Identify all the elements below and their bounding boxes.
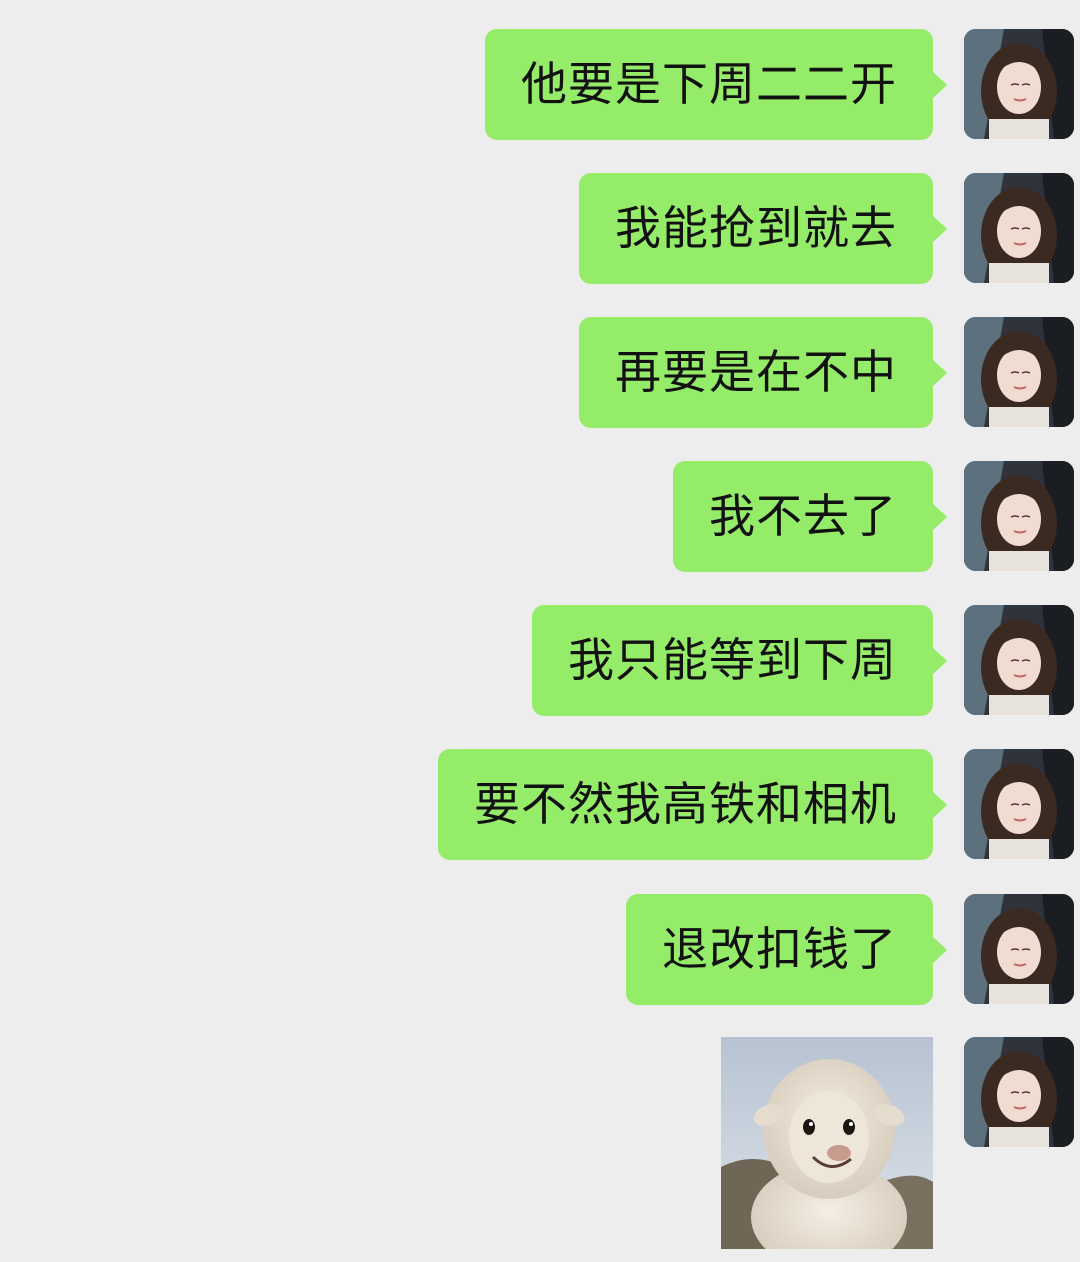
smiling-sheep-sticker-icon [721,1037,933,1249]
avatar[interactable] [964,894,1074,1004]
message-row: 我能抢到就去 [0,173,1080,285]
avatar-image [964,1037,1074,1147]
message-bubble[interactable]: 要不然我高铁和相机 [438,749,947,860]
message-row: 我只能等到下周 [0,605,1080,717]
avatar[interactable] [964,605,1074,715]
message-bubble[interactable]: 我不去了 [673,461,947,572]
avatar-image [964,173,1074,283]
message-bubble[interactable]: 退改扣钱了 [626,894,947,1005]
message-bubble[interactable]: 我能抢到就去 [579,173,947,284]
avatar[interactable] [964,461,1074,571]
avatar[interactable] [964,29,1074,139]
message-bubble[interactable]: 他要是下周二二开 [485,29,947,140]
avatar-image [964,461,1074,571]
message-bubble[interactable]: 再要是在不中 [579,317,947,428]
avatar-image [964,894,1074,1004]
avatar[interactable] [964,173,1074,283]
avatar-image [964,29,1074,139]
sheep-sticker[interactable] [721,1037,933,1249]
avatar-image [964,317,1074,427]
avatar[interactable] [964,749,1074,859]
message-bubble[interactable]: 我只能等到下周 [532,605,947,716]
message-row [0,1037,1080,1251]
avatar[interactable] [964,317,1074,427]
avatar-image [964,749,1074,859]
message-row: 再要是在不中 [0,317,1080,429]
message-row: 退改扣钱了 [0,894,1080,1006]
message-row: 他要是下周二二开 [0,29,1080,141]
avatar-image [964,605,1074,715]
chat-area: 他要是下周二二开 我能抢到就去 再要是在不中 我不去了 我只能等到下周 要不然我… [0,0,1080,1262]
message-row: 我不去了 [0,461,1080,573]
avatar[interactable] [964,1037,1074,1147]
message-row: 要不然我高铁和相机 [0,749,1080,861]
